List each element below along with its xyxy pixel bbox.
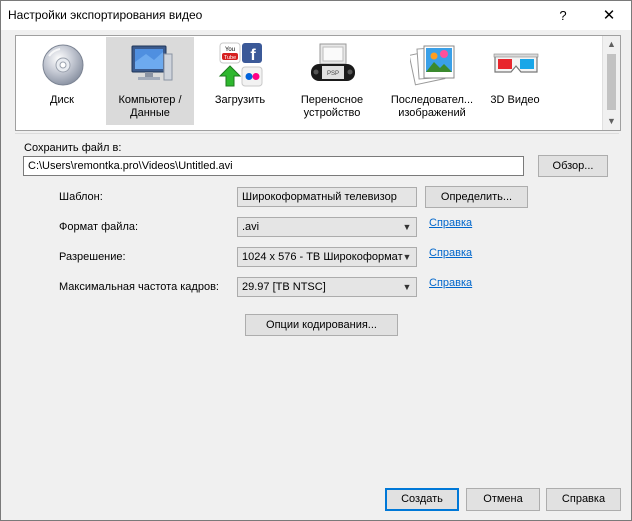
3d-glasses-icon — [493, 42, 539, 88]
title-bar: Настройки экспортирования видео ? ✕ — [1, 1, 631, 30]
category-label: Переносное устройство — [300, 94, 364, 119]
file-format-label: Формат файла: — [59, 221, 139, 233]
format-help-link[interactable]: Справка — [429, 217, 472, 229]
file-format-select[interactable]: .avi ▼ — [237, 217, 417, 237]
resolution-label: Разрешение: — [59, 251, 126, 263]
resolution-help-link[interactable]: Справка — [429, 247, 472, 259]
chevron-down-icon[interactable]: ▼ — [400, 249, 414, 265]
define-button[interactable]: Определить... — [425, 186, 528, 208]
window-title: Настройки экспортирования видео — [8, 8, 203, 22]
close-button[interactable]: ✕ — [587, 1, 631, 30]
svg-text:f: f — [250, 47, 256, 64]
category-image-sequence[interactable]: Последовател... изображений — [388, 37, 476, 125]
section-divider — [15, 133, 619, 134]
disc-icon — [40, 42, 86, 88]
category-disc[interactable]: Диск — [18, 37, 106, 125]
svg-text:Tube: Tube — [224, 55, 236, 61]
resolution-select[interactable]: 1024 x 576 - ТВ Широкоформат ▼ — [237, 247, 417, 267]
browse-button[interactable]: Обзор... — [538, 155, 608, 177]
category-label: Последовател... изображений — [390, 94, 474, 119]
image-sequence-icon — [408, 42, 456, 88]
cancel-button[interactable]: Отмена — [466, 488, 540, 511]
scroll-down-icon[interactable]: ▼ — [603, 113, 620, 129]
upload-icon: You Tube f — [218, 42, 264, 88]
export-category-strip: Диск Компьютер / Данные You Tube f Загру… — [15, 35, 621, 131]
export-video-dialog: Настройки экспортирования видео ? ✕ Диск — [0, 0, 632, 521]
scroll-up-icon[interactable]: ▲ — [603, 36, 620, 52]
category-label: 3D Видео — [490, 94, 540, 106]
help-button[interactable]: Справка — [546, 488, 621, 511]
frame-rate-select[interactable]: 29.97 [ТВ NTSC] ▼ — [237, 277, 417, 297]
help-title-button[interactable]: ? — [541, 1, 585, 30]
template-value: Широкоформатный телевизор — [242, 191, 397, 203]
chevron-down-icon[interactable]: ▼ — [400, 219, 414, 235]
psp-icon: PSP — [310, 42, 356, 88]
category-label: Диск — [50, 94, 74, 106]
create-button[interactable]: Создать — [385, 488, 459, 511]
category-upload[interactable]: You Tube f Загрузить — [196, 37, 284, 125]
save-path-input[interactable]: C:\Users\remontka.pro\Videos\Untitled.av… — [23, 156, 524, 176]
category-computer[interactable]: Компьютер / Данные — [106, 37, 194, 125]
chevron-down-icon[interactable]: ▼ — [400, 279, 414, 295]
category-label: Загрузить — [214, 94, 266, 106]
svg-text:You: You — [225, 47, 235, 53]
category-scrollbar[interactable]: ▲ ▼ — [602, 36, 620, 130]
frame-rate-help-link[interactable]: Справка — [429, 277, 472, 289]
template-select[interactable]: Широкоформатный телевизор — [237, 187, 417, 207]
frame-rate-value: 29.97 [ТВ NTSC] — [242, 281, 326, 293]
category-3d-video[interactable]: 3D Видео — [471, 37, 559, 125]
category-label: Компьютер / Данные — [118, 94, 182, 119]
computer-icon — [128, 42, 174, 88]
template-label: Шаблон: — [59, 191, 103, 203]
dialog-footer: Создать Отмена Справка — [1, 479, 631, 520]
encoding-options-button[interactable]: Опции кодирования... — [245, 314, 398, 336]
scroll-thumb[interactable] — [607, 54, 616, 110]
category-portable-device[interactable]: PSP Переносное устройство — [288, 37, 376, 125]
save-path-label: Сохранить файл в: — [24, 142, 122, 154]
frame-rate-label: Максимальная частота кадров: — [59, 281, 219, 293]
svg-text:PSP: PSP — [327, 71, 339, 77]
file-format-value: .avi — [242, 221, 260, 233]
resolution-value: 1024 x 576 - ТВ Широкоформат — [242, 251, 403, 263]
